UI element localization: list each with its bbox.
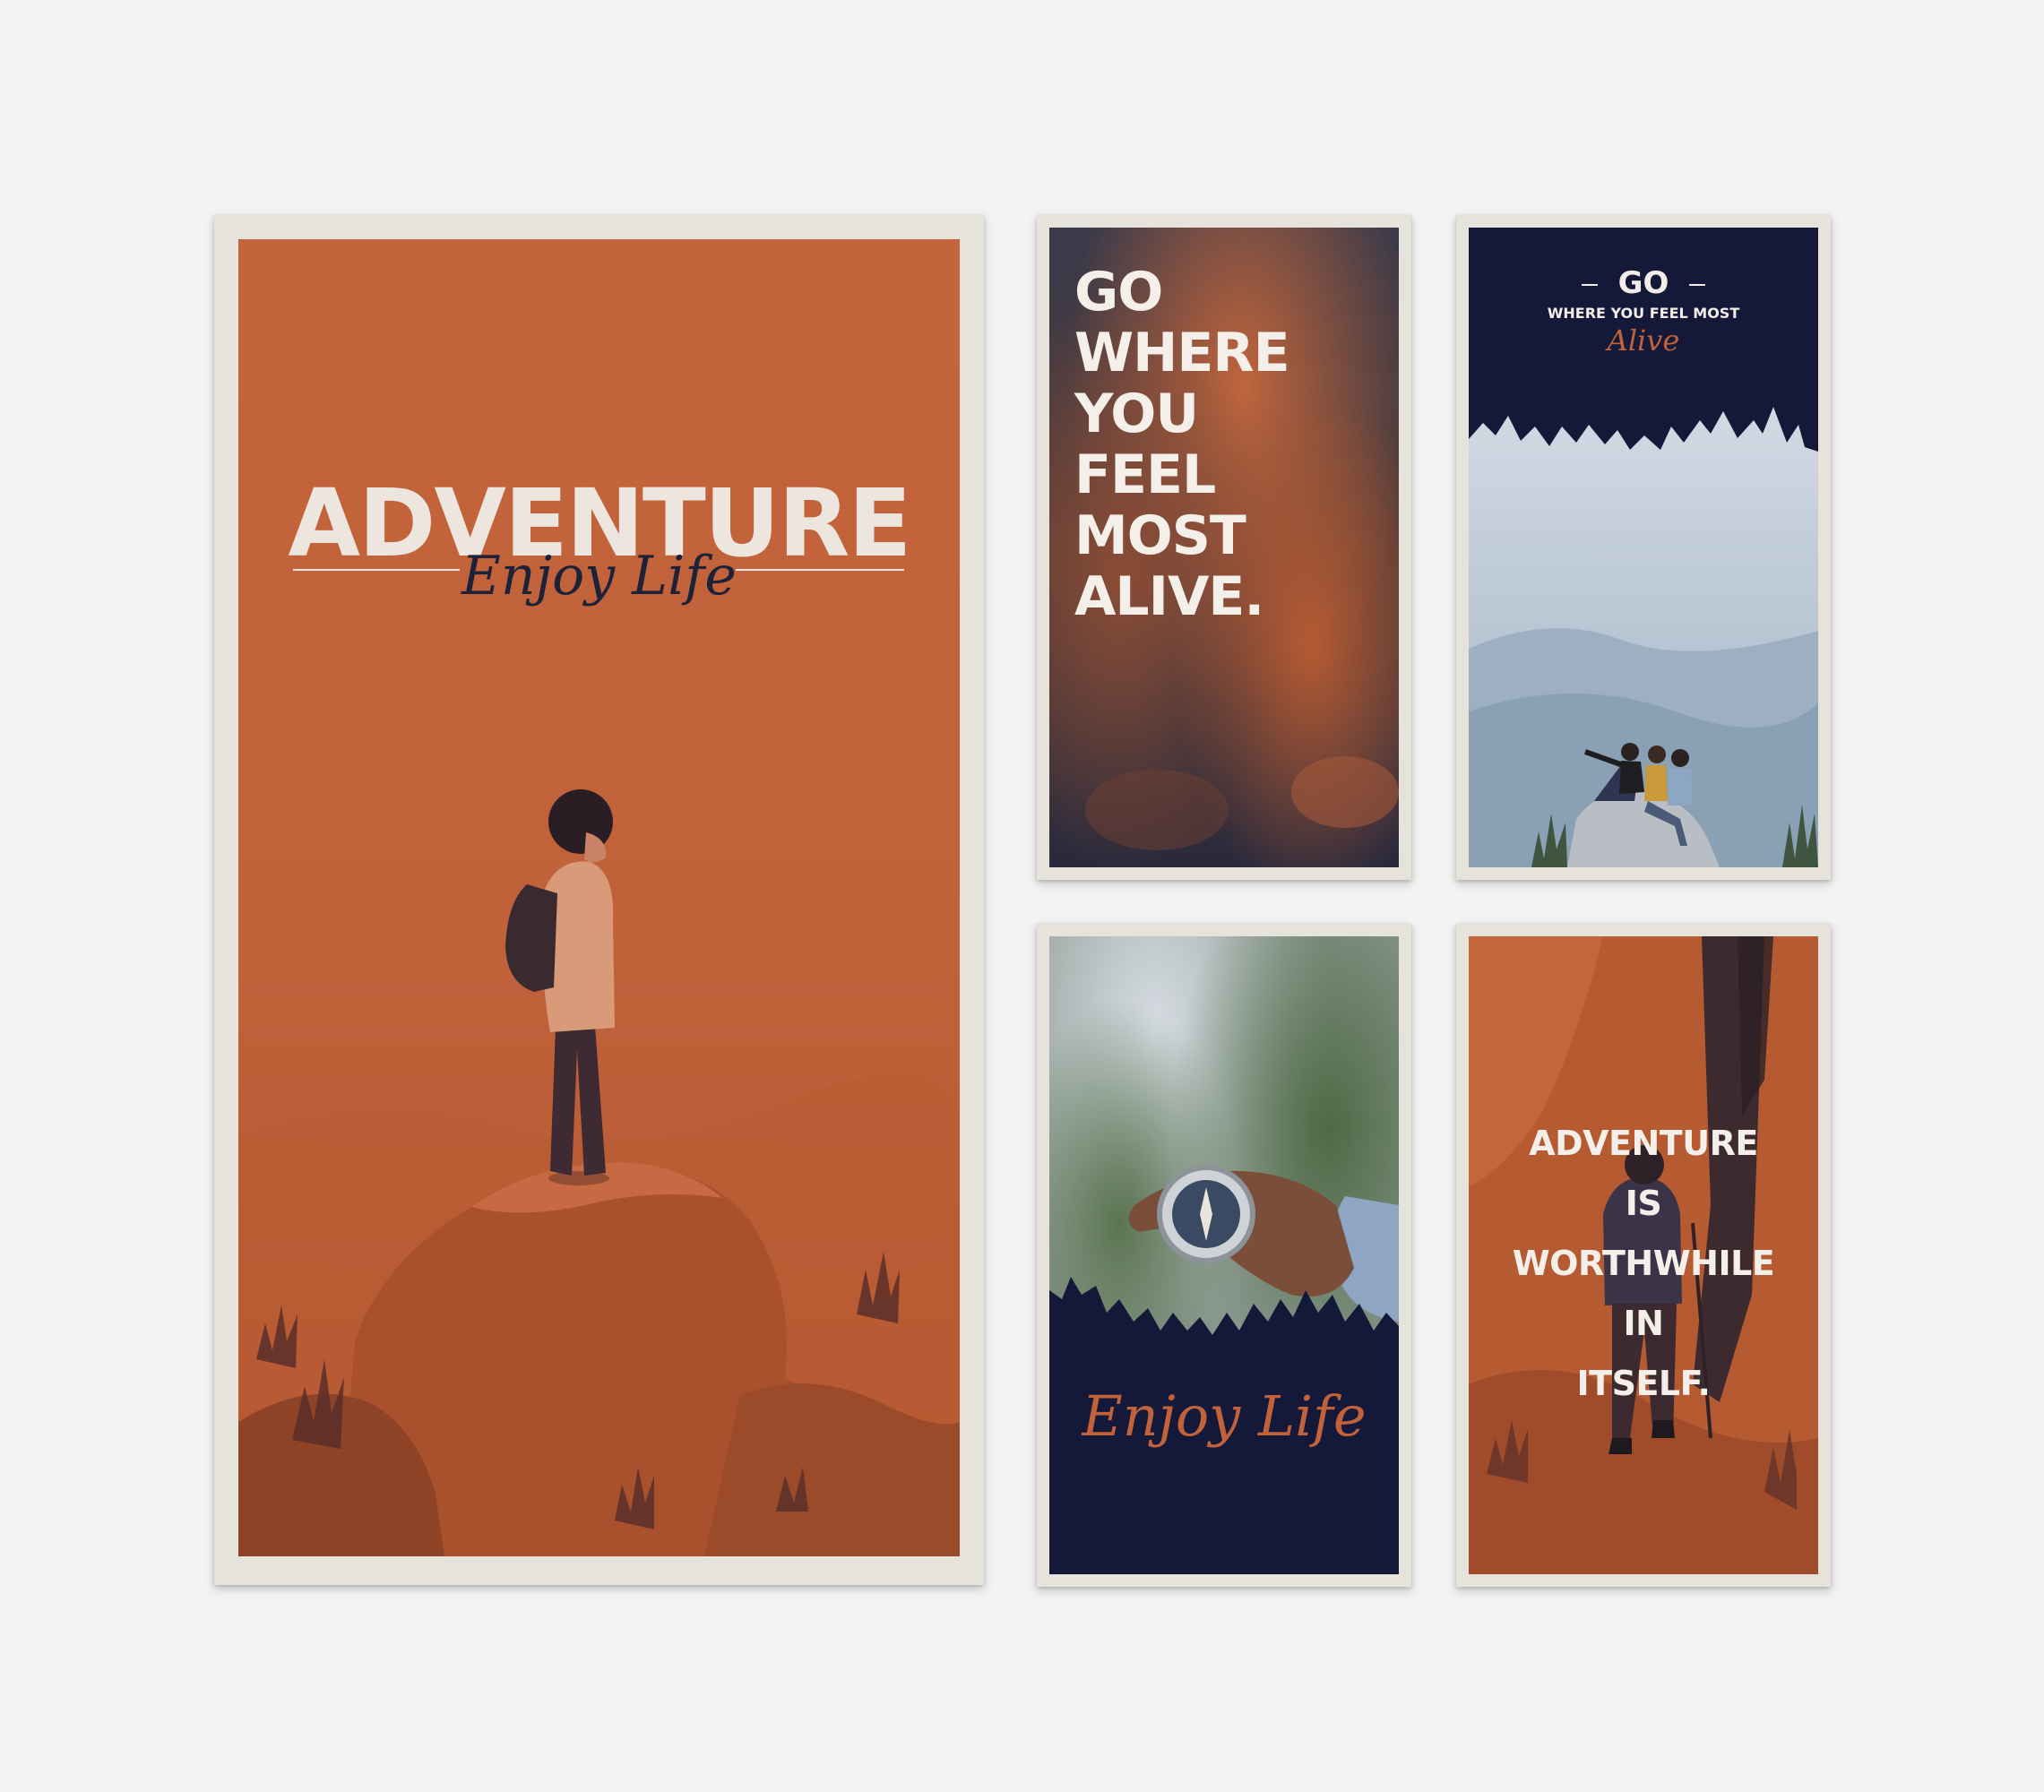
poster-script-word: Alive (1607, 323, 1680, 358)
headline-line: GO (1074, 261, 1163, 323)
headline-line: WHERE (1074, 322, 1290, 384)
headline-line: FEEL (1074, 444, 1216, 506)
poster-subtitle: WHERE YOU FEEL MOST (1547, 305, 1740, 322)
poster-compass-artwork: Enjoy Life (1049, 936, 1399, 1574)
headline-line: IS (1625, 1184, 1662, 1223)
poster-adventure-artwork: ADVENTURE Enjoy Life (238, 239, 960, 1556)
headline-line: ITSELF. (1576, 1364, 1711, 1403)
poster-script-tagline: Enjoy Life (461, 545, 737, 607)
poster-headline: GO WHERE YOU FEEL MOST ALIVE. (1074, 261, 1290, 628)
poster-compass: Enjoy Life (1037, 924, 1411, 1587)
headline-line: ADVENTURE (1529, 1124, 1758, 1163)
headline-line: YOU (1074, 383, 1199, 445)
hiker-on-rock-image (238, 239, 960, 1556)
poster-headline: ADVENTURE IS WORTHWHILE IN ITSELF. (1469, 1114, 1818, 1414)
compass-hand-image (1049, 936, 1399, 1574)
headline-line: WORTHWHILE (1512, 1244, 1775, 1283)
poster-adventure-large: ADVENTURE Enjoy Life (214, 215, 984, 1585)
poster-go-where-artwork: GO WHERE YOU FEEL MOST ALIVE. (1049, 228, 1399, 867)
poster-worthwhile-artwork: ADVENTURE IS WORTHWHILE IN ITSELF. (1469, 936, 1818, 1574)
headline-line: IN (1623, 1304, 1664, 1343)
poster-script-tagline: Enjoy Life (1082, 1383, 1367, 1449)
title-dash-right (1689, 284, 1705, 286)
poster-go-where: GO WHERE YOU FEEL MOST ALIVE. (1037, 215, 1411, 880)
poster-hikers: GO WHERE YOU FEEL MOST Alive (1456, 215, 1831, 880)
poster-title: GO (1617, 265, 1669, 301)
headline-line: MOST (1074, 504, 1246, 567)
headline-line: ALIVE. (1074, 565, 1264, 628)
poster-worthwhile: ADVENTURE IS WORTHWHILE IN ITSELF. (1456, 924, 1831, 1587)
poster-hikers-artwork: GO WHERE YOU FEEL MOST Alive (1469, 228, 1818, 867)
